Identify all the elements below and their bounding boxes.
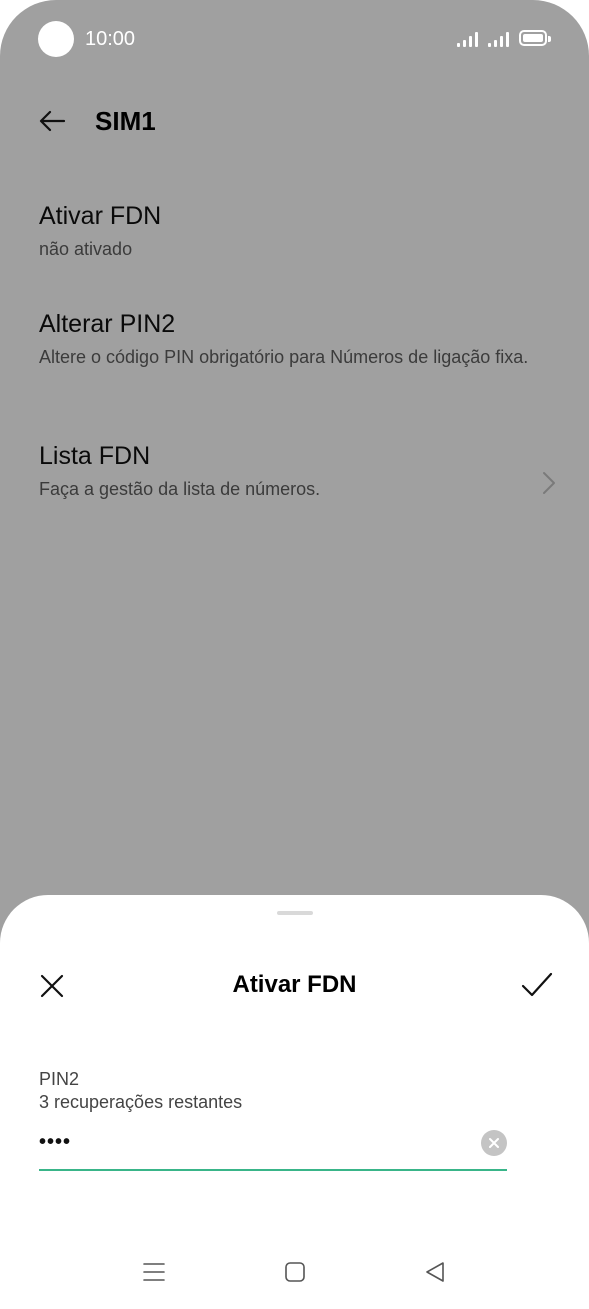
pin-input[interactable]: •••• (39, 1127, 507, 1171)
back-triangle-icon (426, 1262, 444, 1282)
pin-input-value: •••• (39, 1131, 72, 1153)
setting-subtitle: não ativado (39, 239, 133, 259)
signal-icon (457, 31, 478, 47)
phone-screen: 10:00 SIM1 Ativar FDN não ativado Altera… (0, 0, 589, 1309)
arrow-left-icon (39, 110, 66, 132)
pin-attempts-hint: 3 recuperações restantes (39, 1092, 243, 1112)
battery-tip (548, 36, 551, 42)
nav-menu-button[interactable] (142, 1260, 166, 1284)
nav-back-button[interactable] (423, 1260, 447, 1284)
page-title: SIM1 (95, 106, 156, 136)
setting-title: Lista FDN (39, 442, 151, 470)
setting-subtitle: Faça a gestão da lista de números. (39, 479, 321, 499)
status-time: 10:00 (85, 28, 136, 50)
back-button[interactable] (36, 104, 70, 138)
status-bar: 10:00 (0, 0, 589, 80)
setting-subtitle: Altere o código PIN obrigatório para Núm… (39, 347, 529, 367)
nav-home-button[interactable] (283, 1260, 307, 1284)
navigation-bar (0, 1252, 589, 1292)
clear-icon (489, 1138, 499, 1148)
setting-title: Ativar FDN (39, 202, 162, 230)
setting-title: Alterar PIN2 (39, 310, 176, 338)
chevron-right-icon (543, 472, 555, 494)
battery-icon (519, 30, 547, 46)
sheet-grabber[interactable] (277, 911, 313, 915)
setting-lista-fdn[interactable]: Lista FDN Faça a gestão da lista de núme… (39, 440, 559, 503)
status-icons (457, 30, 551, 47)
setting-ativar-fdn[interactable]: Ativar FDN não ativado (39, 200, 559, 263)
pin-label: PIN2 (39, 1069, 80, 1089)
menu-icon (143, 1263, 165, 1281)
checkmark-icon (521, 972, 553, 997)
dialog-title: Ativar FDN (232, 971, 357, 998)
home-icon (285, 1262, 305, 1282)
setting-alterar-pin2[interactable]: Alterar PIN2 Altere o código PIN obrigat… (39, 308, 559, 371)
pin-dialog-sheet: Ativar FDN PIN2 3 recuperações restantes… (0, 895, 589, 1309)
signal-icon (488, 31, 509, 47)
confirm-button[interactable] (520, 969, 554, 1001)
camera-cutout (38, 21, 74, 57)
clear-input-button[interactable] (481, 1130, 507, 1156)
